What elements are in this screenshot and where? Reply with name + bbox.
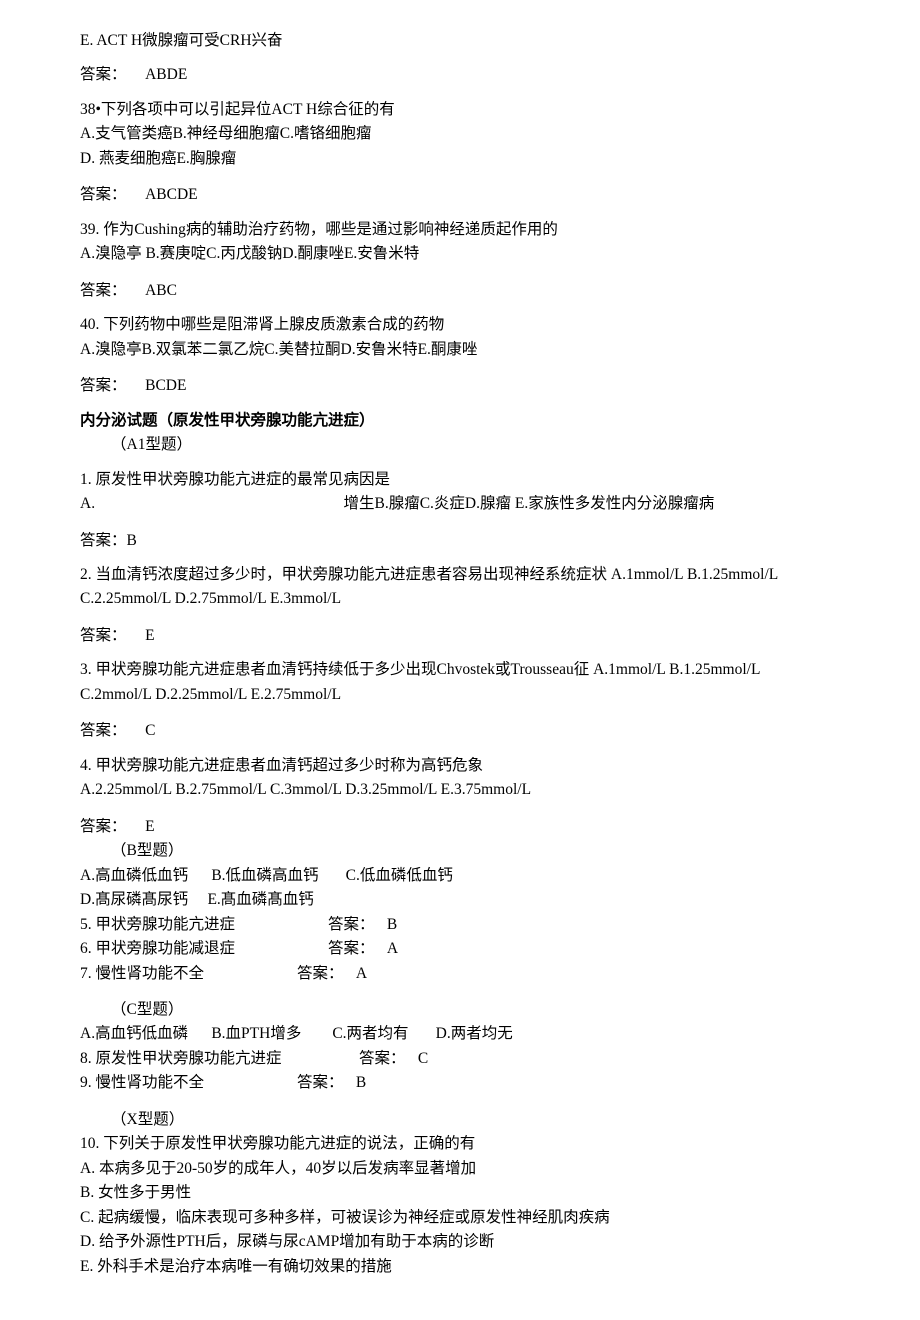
answer-label: 答案： — [80, 184, 127, 206]
type-b-label: （B型题） — [80, 840, 840, 862]
answer-label: 答案： — [297, 965, 344, 982]
q10-opt-e: E. 外科手术是治疗本病唯一有确切效果的措施 — [80, 1256, 840, 1278]
q10-opt-b: B. 女性多于男性 — [80, 1182, 840, 1204]
answer-value: C — [145, 720, 155, 742]
q3-stem-1: 3. 甲状旁腺功能亢进症患者血清钙持续低于多少出现Chvostek或Trouss… — [80, 659, 840, 681]
q1-answer: 答案：B — [80, 530, 840, 552]
q6-stem: 6. 甲状旁腺功能减退症 — [80, 938, 328, 960]
q40: 40. 下列药物中哪些是阻滞肾上腺皮质激素合成的药物 A.溴隐亭B.双氯苯二氯乙… — [80, 314, 840, 361]
answer-value: BCDE — [145, 375, 186, 397]
answer-label: 答案： — [80, 375, 127, 397]
q40-answer: 答案： BCDE — [80, 375, 840, 397]
q39-answer: 答案： ABC — [80, 280, 840, 302]
type-a1-label: （A1型题） — [80, 434, 840, 456]
q7-stem: 7. 慢性肾功能不全 — [80, 963, 297, 985]
q1-opts-rest: 增生B.腺瘤C.炎症D.腺瘤 E.家族性多发性内分泌腺瘤病 — [344, 495, 715, 512]
q37-answer: 答案： ABDE — [80, 64, 840, 86]
answer-value: ABDE — [145, 64, 187, 86]
q9-stem: 9. 慢性肾功能不全 — [80, 1072, 297, 1094]
answer-label: 答案： — [80, 280, 127, 302]
q4-opts: A.2.25mmol/L B.2.75mmol/L C.3mmol/L D.3.… — [80, 779, 840, 801]
q38-answer: 答案： ABCDE — [80, 184, 840, 206]
q4-answer: 答案： E — [80, 816, 840, 838]
q6-answer: A — [387, 940, 398, 957]
q10-opt-a: A. 本病多见于20-50岁的成年人，40岁以后发病率显著增加 — [80, 1158, 840, 1180]
q10-opt-d: D. 给予外源性PTH后，尿磷与尿cAMP增加有助于本病的诊断 — [80, 1231, 840, 1253]
q8-answer: C — [418, 1050, 428, 1067]
type-x-label: （X型题） — [80, 1109, 840, 1131]
section-heading: 内分泌试题（原发性甲状旁腺功能亢进症） — [80, 410, 840, 432]
answer-label: 答案： — [328, 916, 375, 933]
q5-answer: B — [387, 916, 397, 933]
q38-opts-1: A.支气管类癌B.神经母细胞瘤C.嗜铬细胞瘤 — [80, 123, 840, 145]
q10-stem: 10. 下列关于原发性甲状旁腺功能亢进症的说法，正确的有 — [80, 1133, 840, 1155]
q3: 3. 甲状旁腺功能亢进症患者血清钙持续低于多少出现Chvostek或Trouss… — [80, 659, 840, 706]
q39-opts: A.溴隐亭 B.赛庚啶C.丙戊酸钠D.酮康唑E.安鲁米特 — [80, 243, 840, 265]
q40-opts: A.溴隐亭B.双氯苯二氯乙烷C.美替拉酮D.安鲁米特E.酮康唑 — [80, 339, 840, 361]
q9-answer: B — [356, 1074, 366, 1091]
q1: 1. 原发性甲状旁腺功能亢进症的最常见病因是 A.增生B.腺瘤C.炎症D.腺瘤 … — [80, 469, 840, 516]
answer-label: 答案： — [80, 64, 127, 86]
q39: 39. 作为Cushing病的辅助治疗药物，哪些是通过影响神经递质起作用的 A.… — [80, 219, 840, 266]
c-opts: A.高血钙低血磷 B.血PTH增多 C.两者均有 D.两者均无 — [80, 1023, 840, 1045]
q1-stem: 1. 原发性甲状旁腺功能亢进症的最常见病因是 — [80, 469, 840, 491]
q9: 9. 慢性肾功能不全答案： B — [80, 1072, 840, 1094]
q8: 8. 原发性甲状旁腺功能亢进症答案： C — [80, 1048, 840, 1070]
answer-label: 答案： — [80, 532, 127, 549]
q8-stem: 8. 原发性甲状旁腺功能亢进症 — [80, 1048, 359, 1070]
answer-label: 答案： — [328, 940, 375, 957]
q2-stem-2: C.2.25mmol/L D.2.75mmol/L E.3mmol/L — [80, 588, 840, 610]
q7-answer: A — [356, 965, 367, 982]
q2-stem-1: 2. 当血清钙浓度超过多少时，甲状旁腺功能亢进症患者容易出现神经系统症状 A.1… — [80, 564, 840, 586]
type-c-label: （C型题） — [80, 999, 840, 1021]
q37-opt-e: E. ACT H微腺瘤可受CRH兴奋 — [80, 30, 840, 52]
answer-label: 答案： — [80, 816, 127, 838]
q10-opt-c: C. 起病缓慢，临床表现可多种多样，可被误诊为神经症或原发性神经肌肉疾病 — [80, 1207, 840, 1229]
q2: 2. 当血清钙浓度超过多少时，甲状旁腺功能亢进症患者容易出现神经系统症状 A.1… — [80, 564, 840, 611]
q40-stem: 40. 下列药物中哪些是阻滞肾上腺皮质激素合成的药物 — [80, 314, 840, 336]
q39-stem: 39. 作为Cushing病的辅助治疗药物，哪些是通过影响神经递质起作用的 — [80, 219, 840, 241]
q1-opt-a-label: A. — [80, 493, 344, 515]
q1-opts: A.增生B.腺瘤C.炎症D.腺瘤 E.家族性多发性内分泌腺瘤病 — [80, 493, 840, 515]
answer-label: 答案： — [80, 720, 127, 742]
q2-answer: 答案： E — [80, 625, 840, 647]
q5: 5. 甲状旁腺功能亢进症答案： B — [80, 914, 840, 936]
q7: 7. 慢性肾功能不全答案： A — [80, 963, 840, 985]
q6: 6. 甲状旁腺功能减退症答案： A — [80, 938, 840, 960]
q38-stem: 38•下列各项中可以引起异位ACT H综合征的有 — [80, 99, 840, 121]
q38-opts-2: D. 燕麦细胞癌E.胸腺瘤 — [80, 148, 840, 170]
b-opts-1: A.高血磷低血钙 B.低血磷高血钙 C.低血磷低血钙 — [80, 865, 840, 887]
q38: 38•下列各项中可以引起异位ACT H综合征的有 A.支气管类癌B.神经母细胞瘤… — [80, 99, 840, 170]
q4-stem: 4. 甲状旁腺功能亢进症患者血清钙超过多少时称为高钙危象 — [80, 755, 840, 777]
q3-stem-2: C.2mmol/L D.2.25mmol/L E.2.75mmol/L — [80, 684, 840, 706]
b-opts-2: D.髙尿磷髙尿钙 E.髙血磷髙血钙 — [80, 889, 840, 911]
answer-label: 答案： — [359, 1050, 406, 1067]
answer-value: E — [145, 816, 154, 838]
answer-value: E — [145, 625, 154, 647]
answer-value: B — [127, 532, 137, 549]
answer-value: ABCDE — [145, 184, 198, 206]
q3-answer: 答案： C — [80, 720, 840, 742]
q4: 4. 甲状旁腺功能亢进症患者血清钙超过多少时称为高钙危象 A.2.25mmol/… — [80, 755, 840, 802]
answer-label: 答案： — [80, 625, 127, 647]
answer-value: ABC — [145, 280, 177, 302]
answer-label: 答案： — [297, 1074, 344, 1091]
q5-stem: 5. 甲状旁腺功能亢进症 — [80, 914, 328, 936]
